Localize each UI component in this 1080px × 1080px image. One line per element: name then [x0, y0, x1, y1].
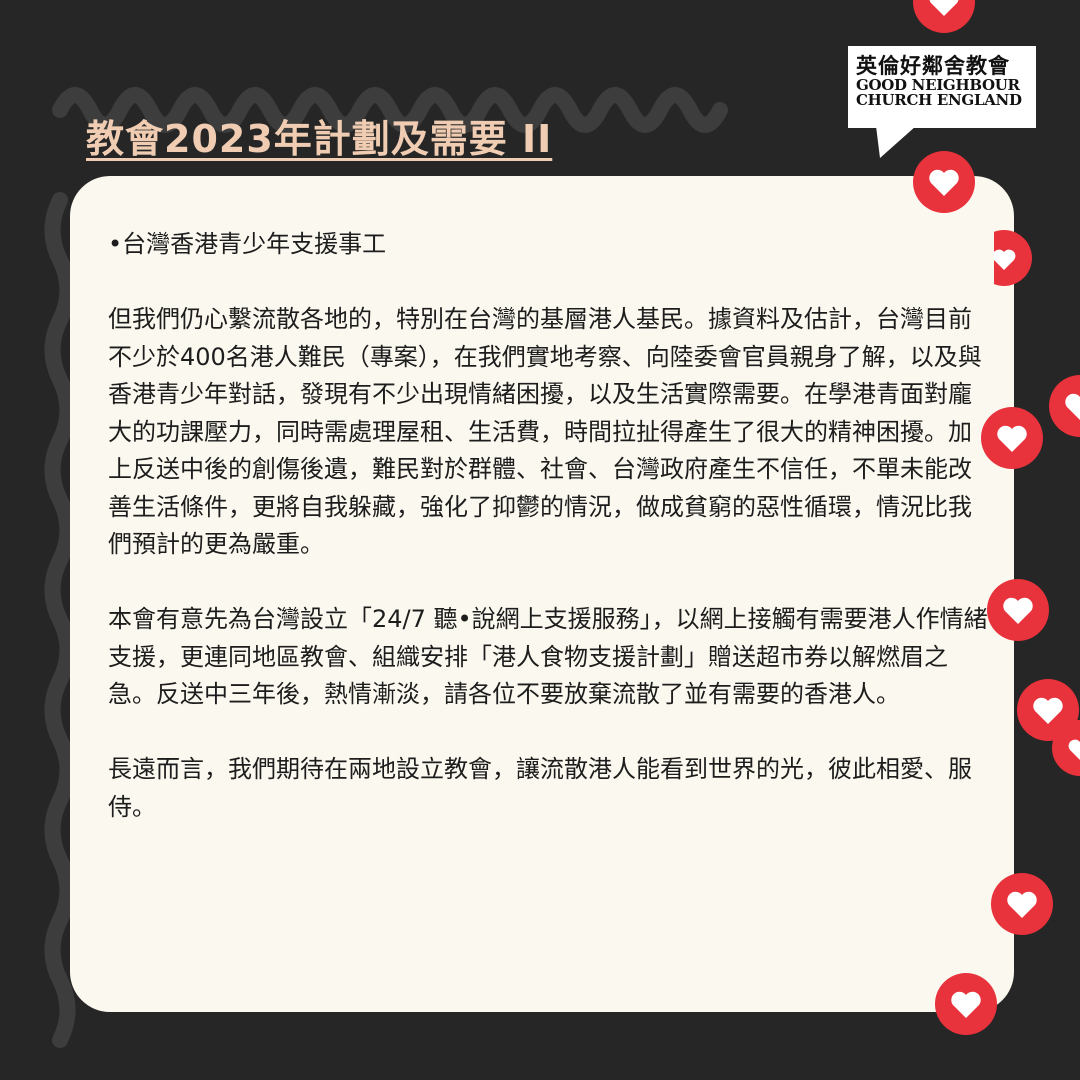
logo-english-name-line2: CHURCH ENGLAND [856, 91, 1022, 109]
paragraph-plan: 本會有意先為台灣設立「24/7 聽•說網上支援服務」，以網上接觸有需要港人作情緒… [108, 605, 988, 708]
speech-bubble-tail [876, 126, 916, 158]
heart-icon [987, 579, 1049, 641]
heart-icon [994, 230, 1032, 286]
paragraph-vision: 長遠而言，我們期待在兩地設立教會，讓流散港人能看到世界的光，彼此相愛、服侍。 [108, 755, 972, 821]
heart-icon [1052, 720, 1080, 776]
heart-icon [991, 873, 1053, 935]
paragraph-situation: 但我們仍心繫流散各地的，特別在台灣的基層港人基民。據資料及估計，台灣目前不少於4… [108, 305, 982, 558]
section-heading: •台灣香港青少年支援事工 [108, 230, 387, 258]
content-body: •台灣香港青少年支援事工 但我們仍心繫流散各地的，特別在台灣的基層港人基民。據資… [108, 226, 988, 826]
heart-icon [1049, 375, 1080, 437]
church-logo: 英倫好鄰舍教會 GOOD NEIGHBOUR CHURCH ENGLAND [848, 46, 1036, 128]
heart-icon [913, 0, 975, 33]
heart-icon [913, 151, 975, 213]
page-title: 教會2023年計劃及需要 II [86, 117, 553, 161]
heart-icon [981, 407, 1043, 469]
logo-chinese-name: 英倫好鄰舍教會 [856, 53, 1010, 78]
heart-icon [935, 973, 997, 1035]
